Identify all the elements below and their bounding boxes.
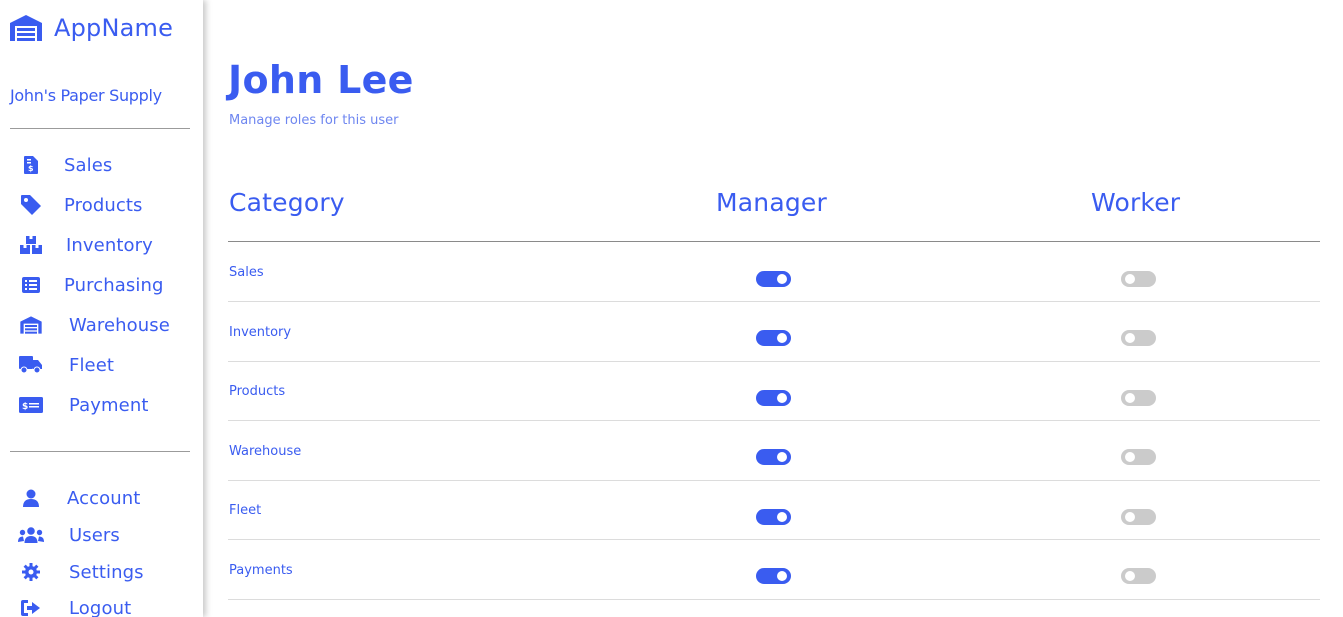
toggle-knob — [777, 333, 787, 343]
table-row: Sales — [228, 242, 1320, 302]
toggle-knob — [1125, 512, 1135, 522]
toggle-knob — [777, 512, 787, 522]
toggle-knob — [1125, 393, 1135, 403]
sidebar-item-warehouse[interactable]: Warehouse — [0, 310, 203, 340]
page-subtitle: Manage roles for this user — [229, 113, 399, 128]
sidebar-item-label: Settings — [69, 561, 144, 583]
sidebar-divider — [10, 128, 190, 129]
sidebar-item-products[interactable]: Products — [0, 190, 203, 220]
worker-toggle[interactable] — [1121, 449, 1156, 465]
row-category-label: Sales — [229, 265, 264, 280]
boxes-icon — [18, 234, 44, 256]
column-header-manager: Manager — [716, 188, 827, 217]
sidebar-item-label: Account — [67, 487, 141, 509]
cog-icon — [18, 561, 44, 583]
row-category-label: Payments — [229, 563, 293, 578]
toggle-knob — [1125, 333, 1135, 343]
manager-toggle[interactable] — [756, 449, 791, 465]
row-category-label: Warehouse — [229, 444, 302, 459]
svg-text:$: $ — [22, 402, 28, 412]
sidebar-item-label: Inventory — [66, 234, 153, 256]
toggle-knob — [1125, 274, 1135, 284]
user-icon — [18, 487, 44, 509]
svg-text:$: $ — [28, 164, 34, 173]
main-content: John Lee Manage roles for this user Cate… — [228, 0, 1320, 617]
money-check-icon: $ — [18, 394, 44, 416]
table-row: Payments — [228, 540, 1320, 600]
warehouse-logo-icon — [9, 13, 43, 43]
row-category-label: Fleet — [229, 503, 262, 518]
sidebar-item-label: Sales — [64, 154, 113, 176]
sidebar-item-logout[interactable]: Logout — [0, 593, 203, 617]
sidebar-item-payment[interactable]: $ Payment — [0, 390, 203, 420]
users-icon — [18, 524, 44, 546]
page-title: John Lee — [228, 58, 414, 102]
sidebar-item-label: Products — [64, 194, 143, 216]
truck-icon — [18, 354, 44, 376]
warehouse-icon — [18, 314, 44, 336]
sidebar-item-sales[interactable]: $ Sales — [0, 150, 203, 180]
toggle-knob — [777, 452, 787, 462]
list-alt-icon — [18, 274, 44, 296]
row-category-label: Products — [229, 384, 286, 399]
worker-toggle[interactable] — [1121, 568, 1156, 584]
toggle-knob — [1125, 571, 1135, 581]
manager-toggle[interactable] — [756, 330, 791, 346]
toggle-knob — [1125, 452, 1135, 462]
sidebar-item-fleet[interactable]: Fleet — [0, 350, 203, 380]
receipt-dollar-icon: $ — [18, 154, 44, 176]
manager-toggle[interactable] — [756, 390, 791, 406]
sidebar-divider — [10, 451, 190, 452]
sidebar-item-settings[interactable]: Settings — [0, 557, 203, 587]
column-header-worker: Worker — [1091, 188, 1181, 217]
row-category-label: Inventory — [229, 325, 292, 340]
sidebar-item-label: Fleet — [69, 354, 115, 376]
sidebar-item-label: Purchasing — [64, 274, 164, 296]
table-row: Warehouse — [228, 421, 1320, 481]
sidebar-item-purchasing[interactable]: Purchasing — [0, 270, 203, 300]
manager-toggle[interactable] — [756, 509, 791, 525]
manager-toggle[interactable] — [756, 271, 791, 287]
table-row: Inventory — [228, 302, 1320, 362]
sidebar-item-label: Logout — [69, 597, 132, 617]
app-name: AppName — [54, 14, 174, 42]
worker-toggle[interactable] — [1121, 509, 1156, 525]
sidebar-item-label: Users — [69, 524, 120, 546]
sidebar-item-account[interactable]: Account — [0, 483, 203, 513]
sidebar-item-label: Warehouse — [69, 314, 170, 336]
table-row: Products — [228, 361, 1320, 421]
company-name: John's Paper Supply — [10, 86, 162, 105]
row-divider — [228, 599, 1320, 600]
tag-icon — [18, 194, 44, 216]
brand[interactable]: AppName — [9, 10, 173, 46]
manager-toggle[interactable] — [756, 568, 791, 584]
worker-toggle[interactable] — [1121, 330, 1156, 346]
toggle-knob — [777, 571, 787, 581]
column-header-category: Category — [229, 188, 345, 217]
sidebar-item-label: Payment — [69, 394, 149, 416]
worker-toggle[interactable] — [1121, 390, 1156, 406]
sidebar: AppName John's Paper Supply $ Sales Prod… — [0, 0, 203, 617]
toggle-knob — [777, 274, 787, 284]
table-row: Fleet — [228, 480, 1320, 540]
worker-toggle[interactable] — [1121, 271, 1156, 287]
sidebar-item-users[interactable]: Users — [0, 520, 203, 550]
toggle-knob — [777, 393, 787, 403]
sidebar-item-inventory[interactable]: Inventory — [0, 230, 203, 260]
sign-out-icon — [18, 597, 44, 617]
